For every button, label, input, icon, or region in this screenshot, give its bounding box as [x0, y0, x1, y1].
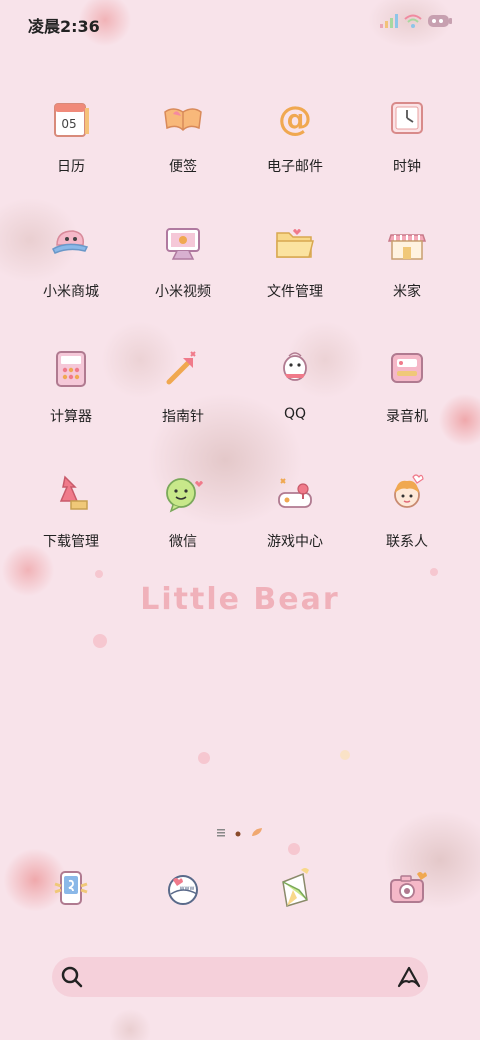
- wallpaper-dot: [198, 752, 210, 764]
- app-wechat[interactable]: 微信: [127, 465, 239, 590]
- app-email[interactable]: @ 电子邮件: [239, 90, 351, 215]
- app-label: 游戏中心: [267, 534, 323, 550]
- app-label: 时钟: [393, 159, 421, 175]
- file-manager-icon: [267, 215, 323, 271]
- calculator-icon: [43, 340, 99, 396]
- wifi-icon: [404, 13, 422, 32]
- app-drawer-icon[interactable]: [217, 822, 225, 841]
- app-label: 电子邮件: [267, 159, 323, 175]
- mi-home-icon: [379, 215, 435, 271]
- wallpaper-dot: [340, 750, 350, 760]
- dock: www: [15, 860, 465, 920]
- page-indicator[interactable]: [0, 822, 480, 841]
- battery-icon: [428, 13, 452, 32]
- app-label: 录音机: [386, 409, 428, 425]
- app-calendar[interactable]: 05 日历: [15, 90, 127, 215]
- page-dot-active[interactable]: [235, 822, 241, 841]
- app-mi-video[interactable]: 小米视频: [127, 215, 239, 340]
- app-label: 米家: [393, 284, 421, 300]
- search-bar[interactable]: [52, 957, 428, 999]
- app-label: 小米视频: [155, 284, 211, 300]
- dock-messages[interactable]: [239, 860, 351, 920]
- app-label: QQ: [283, 406, 307, 422]
- app-label: 微信: [169, 534, 197, 550]
- app-qq[interactable]: QQ: [239, 340, 351, 465]
- calendar-icon-date: 05: [61, 117, 76, 131]
- app-label: 文件管理: [267, 284, 323, 300]
- app-mi-store[interactable]: 小米商城: [15, 215, 127, 340]
- app-mi-home[interactable]: 米家: [351, 215, 463, 340]
- leaf-page-icon[interactable]: [251, 822, 263, 841]
- mi-video-icon: [155, 215, 211, 271]
- download-manager-icon: [43, 465, 99, 521]
- dock-camera[interactable]: [351, 860, 463, 920]
- svg-text:www: www: [180, 885, 195, 892]
- app-file-manager[interactable]: 文件管理: [239, 215, 351, 340]
- xiaoai-assistant-icon[interactable]: [396, 964, 422, 994]
- browser-icon: www: [155, 860, 211, 916]
- phone-icon: [43, 860, 99, 916]
- wechat-icon: [155, 465, 211, 521]
- notes-icon: [155, 90, 211, 146]
- dock-browser[interactable]: www: [127, 860, 239, 920]
- compass-icon: [155, 340, 211, 396]
- app-compass[interactable]: 指南针: [127, 340, 239, 465]
- game-center-icon: [267, 465, 323, 521]
- qq-icon: [267, 340, 323, 396]
- contacts-icon: [379, 465, 435, 521]
- status-time: 凌晨2:36: [28, 17, 100, 36]
- email-icon: @: [267, 90, 323, 146]
- recorder-icon: [379, 340, 435, 396]
- search-input[interactable]: [96, 957, 390, 999]
- calendar-icon: 05: [43, 90, 99, 146]
- app-label: 日历: [57, 159, 85, 175]
- app-notes[interactable]: 便签: [127, 90, 239, 215]
- mi-store-icon: [43, 215, 99, 271]
- app-label: 指南针: [162, 409, 204, 425]
- svg-text:@: @: [278, 99, 312, 139]
- messages-icon: [267, 860, 323, 916]
- app-label: 下载管理: [43, 534, 99, 550]
- wallpaper-dot: [93, 634, 107, 648]
- search-icon[interactable]: [60, 965, 84, 993]
- app-clock[interactable]: 时钟: [351, 90, 463, 215]
- app-label: 小米商城: [43, 284, 99, 300]
- camera-icon: [379, 860, 435, 916]
- app-label: 便签: [169, 159, 197, 175]
- app-recorder[interactable]: 录音机: [351, 340, 463, 465]
- app-contacts[interactable]: 联系人: [351, 465, 463, 590]
- wallpaper-dot: [288, 843, 300, 855]
- status-bar: 凌晨2:36: [0, 0, 480, 44]
- dock-phone[interactable]: [15, 860, 127, 920]
- app-download-manager[interactable]: 下载管理: [15, 465, 127, 590]
- app-calculator[interactable]: 计算器: [15, 340, 127, 465]
- app-grid: 05 日历 便签 @ 电子邮件 时钟 小米商城 小米视频 文件管理 米家 计算器…: [15, 90, 465, 590]
- app-label: 计算器: [50, 409, 92, 425]
- clock-icon: [379, 90, 435, 146]
- app-label: 联系人: [386, 534, 428, 550]
- status-icons: [380, 13, 452, 32]
- app-game-center[interactable]: 游戏中心: [239, 465, 351, 590]
- signal-icon: [380, 13, 398, 32]
